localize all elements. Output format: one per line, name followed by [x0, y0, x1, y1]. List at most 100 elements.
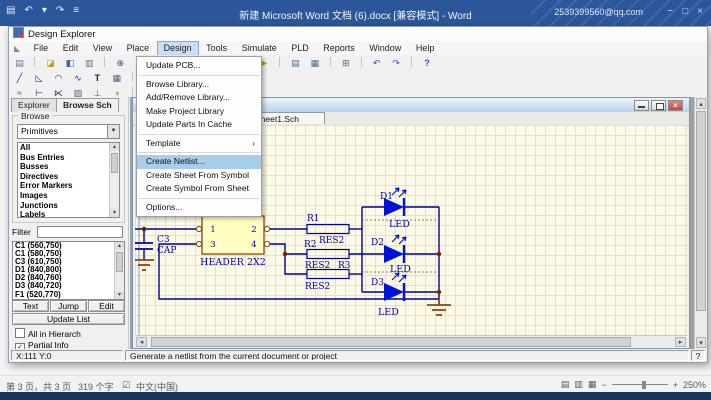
arc-icon[interactable]: ◠ [51, 72, 66, 85]
menu-separator [138, 152, 260, 153]
list-item[interactable]: Bus Entries [18, 153, 119, 163]
zoom-in-icon[interactable]: + [673, 380, 678, 390]
category-select[interactable]: Primitives ▼ [17, 124, 120, 139]
chevron-down-icon[interactable]: ▼ [107, 125, 119, 138]
status-help-button[interactable]: ? [691, 350, 705, 361]
scrollbar[interactable]: ▴ ▾ [109, 143, 119, 217]
scroll-thumb[interactable] [696, 111, 706, 311]
proofing-icon[interactable]: ☑ [122, 380, 130, 391]
list-item[interactable]: F1 (520,770) [13, 291, 124, 299]
menu-pld[interactable]: PLD [285, 42, 315, 55]
redo-icon[interactable]: ↷ [56, 5, 64, 16]
read-mode-icon[interactable]: ▤ [561, 379, 570, 390]
text-icon[interactable]: T [90, 72, 105, 85]
scrollbar[interactable]: ▴ ▾ [114, 242, 124, 299]
minimize-icon[interactable]: − [667, 6, 673, 17]
list-item[interactable]: Directives [18, 172, 119, 182]
c3-ref-label: C3 [157, 235, 170, 245]
tab-browse-sch[interactable]: Browse Sch [56, 98, 119, 112]
undo-icon[interactable]: ↶ [24, 5, 32, 16]
menu-item-update-parts-in-cache[interactable]: Update Parts In Cache [137, 118, 261, 132]
menu-item-browse-library[interactable]: Browse Library... [137, 78, 261, 92]
zoom-slider[interactable] [612, 384, 668, 385]
netlist-hierarchy-icon[interactable]: ▦ [307, 57, 322, 70]
menu-tools[interactable]: Tools [200, 42, 233, 55]
account-name[interactable]: 2539399560@qq.com [554, 7, 643, 17]
doc-restore-button[interactable] [651, 100, 666, 111]
print-layout-icon[interactable]: ▥ [574, 379, 583, 390]
list-item[interactable]: All [18, 143, 119, 153]
line-icon[interactable]: ╱ [12, 72, 27, 85]
main-toolbar-right: ► ▤ ▦ ⊞ ↶ ↷ ? [257, 55, 435, 70]
new-document-icon[interactable]: ▤ [12, 57, 27, 70]
scroll-thumb[interactable] [151, 337, 631, 347]
redo-icon[interactable]: ↷ [389, 57, 404, 70]
component-d3[interactable]: D3 LED [371, 273, 406, 318]
menu-item-make-project-library[interactable]: Make Project Library [137, 105, 261, 119]
web-layout-icon[interactable]: ▦ [588, 379, 597, 390]
list-item[interactable]: Junctions [18, 201, 119, 211]
layers-icon[interactable]: ⊞ [338, 57, 353, 70]
scroll-up-icon[interactable]: ▴ [110, 143, 119, 151]
list-item[interactable]: Labels [18, 210, 119, 218]
undo-icon[interactable]: ↶ [369, 57, 384, 70]
cursor-coordinates: X:111 Y:0 [11, 350, 123, 361]
scroll-down-icon[interactable]: ▾ [115, 291, 124, 299]
tab-explorer[interactable]: Explorer [11, 98, 57, 112]
vertical-scrollbar[interactable]: ▴ ▾ [694, 97, 707, 349]
help-icon[interactable]: ? [420, 57, 435, 70]
zoom-slider-thumb[interactable] [642, 381, 646, 389]
update-list-button[interactable]: Update List [12, 313, 125, 325]
menu-item-create-sheet-from-symbol[interactable]: Create Sheet From Symbol [137, 169, 261, 183]
app-statusbar: X:111 Y:0 Generate a netlist from the cu… [9, 349, 707, 362]
horizontal-scrollbar[interactable]: ◂ ▸ [135, 335, 687, 348]
netlist-icon[interactable]: ▤ [288, 57, 303, 70]
component-c3[interactable]: C3 CAP [135, 229, 176, 270]
menu-item-create-netlist[interactable]: Create Netlist... [137, 155, 261, 169]
scroll-up-icon[interactable]: ▴ [115, 242, 124, 250]
jump-button[interactable]: Jump [50, 300, 87, 312]
list-item[interactable]: Busses [18, 162, 119, 172]
browse-panel: Explorer Browse Sch Browse Primitives ▼ … [9, 97, 129, 351]
menu-item-create-symbol-from-sheet[interactable]: Create Symbol From Sheet [137, 182, 261, 196]
scroll-thumb[interactable] [116, 252, 123, 272]
sine-icon[interactable]: ∿ [70, 72, 85, 85]
scroll-down-icon[interactable]: ▾ [696, 337, 706, 348]
list-item[interactable]: Error Markers [18, 181, 119, 191]
system-menu-icon[interactable]: ◣ [9, 42, 25, 55]
menu-view[interactable]: View [87, 42, 118, 55]
menubar: ◣ File Edit View Place Design Tools Simu… [9, 42, 707, 55]
menu-item-template[interactable]: Template › [137, 137, 261, 151]
doc-close-button[interactable]: × [668, 100, 683, 111]
restore-icon[interactable]: □ [682, 6, 688, 17]
all-in-hierarchy-checkbox[interactable] [15, 328, 25, 338]
customize-icon[interactable]: ≡ [73, 5, 79, 16]
scroll-thumb[interactable] [111, 153, 118, 173]
toolbar-separator [411, 57, 412, 67]
list-item[interactable]: Images [18, 191, 119, 201]
close-icon[interactable]: × [697, 6, 703, 17]
component-d1[interactable]: D1 LED [380, 188, 410, 230]
zoom-out-icon[interactable]: − [601, 380, 606, 390]
save-icon[interactable]: ▤ [6, 5, 15, 16]
component-d2[interactable]: D2 LED [371, 235, 411, 275]
menu-item-options[interactable]: Options... [137, 201, 261, 215]
scroll-down-icon[interactable]: ▾ [110, 209, 119, 217]
polygon-icon[interactable]: ◺ [31, 72, 46, 85]
zoom-level[interactable]: 250% [683, 380, 706, 390]
undo-menu-icon[interactable]: ▾ [42, 5, 47, 16]
edit-button[interactable]: Edit [88, 300, 125, 312]
menu-item-add-remove-library[interactable]: Add/Remove Library... [137, 91, 261, 105]
ground-symbol[interactable] [427, 299, 451, 315]
scroll-left-icon[interactable]: ◂ [136, 337, 147, 347]
filter-input[interactable] [37, 226, 123, 238]
text-button[interactable]: Text [12, 300, 49, 312]
main-toolbar: ▤ ◪ ◧ ▥ ⊕ ⊖ ◱ ↓ ► ▤ ▦ ⊞ ↶ ↷ ? [9, 55, 707, 71]
menu-item-update-pcb[interactable]: Update PCB... [137, 59, 261, 73]
app-title: Design Explorer [28, 29, 96, 40]
doc-minimize-button[interactable] [634, 100, 649, 111]
scroll-right-icon[interactable]: ▸ [675, 337, 686, 347]
submenu-arrow-icon: › [252, 137, 255, 151]
image-icon[interactable]: ▦ [109, 72, 124, 85]
scroll-up-icon[interactable]: ▴ [696, 98, 706, 109]
